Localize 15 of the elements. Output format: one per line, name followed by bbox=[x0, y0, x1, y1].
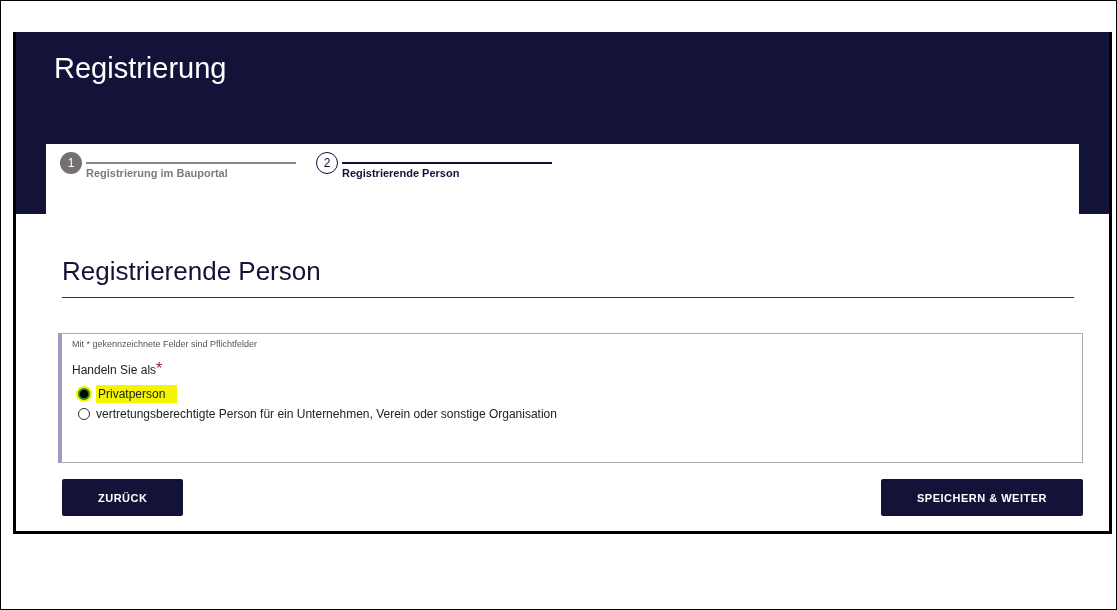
section-heading: Registrierende Person bbox=[62, 256, 1074, 298]
step-number: 1 bbox=[60, 152, 82, 174]
radio-button[interactable] bbox=[78, 388, 90, 400]
option-label[interactable]: Privatperson bbox=[96, 385, 178, 403]
question-label: Handeln Sie als bbox=[72, 363, 157, 377]
step-label[interactable]: Registrierende Person bbox=[342, 167, 552, 179]
required-mark: * bbox=[156, 360, 163, 377]
page-header-title: Registrierung bbox=[54, 52, 228, 85]
step-label[interactable]: Registrierung im Bauportal bbox=[86, 167, 296, 179]
back-button[interactable]: ZURÜCK bbox=[62, 479, 184, 516]
save-next-button[interactable]: SPEICHERN & WEITER bbox=[881, 479, 1083, 516]
radio-button[interactable] bbox=[78, 408, 90, 420]
step-number: 2 bbox=[316, 152, 338, 174]
required-hint: Mit * gekennzeichnete Felder sind Pflichtfelder bbox=[72, 339, 259, 349]
option-label[interactable]: vertretungsberechtigte Person für ein Unternehmen, Verein oder sonstige Organisation bbox=[96, 407, 557, 421]
